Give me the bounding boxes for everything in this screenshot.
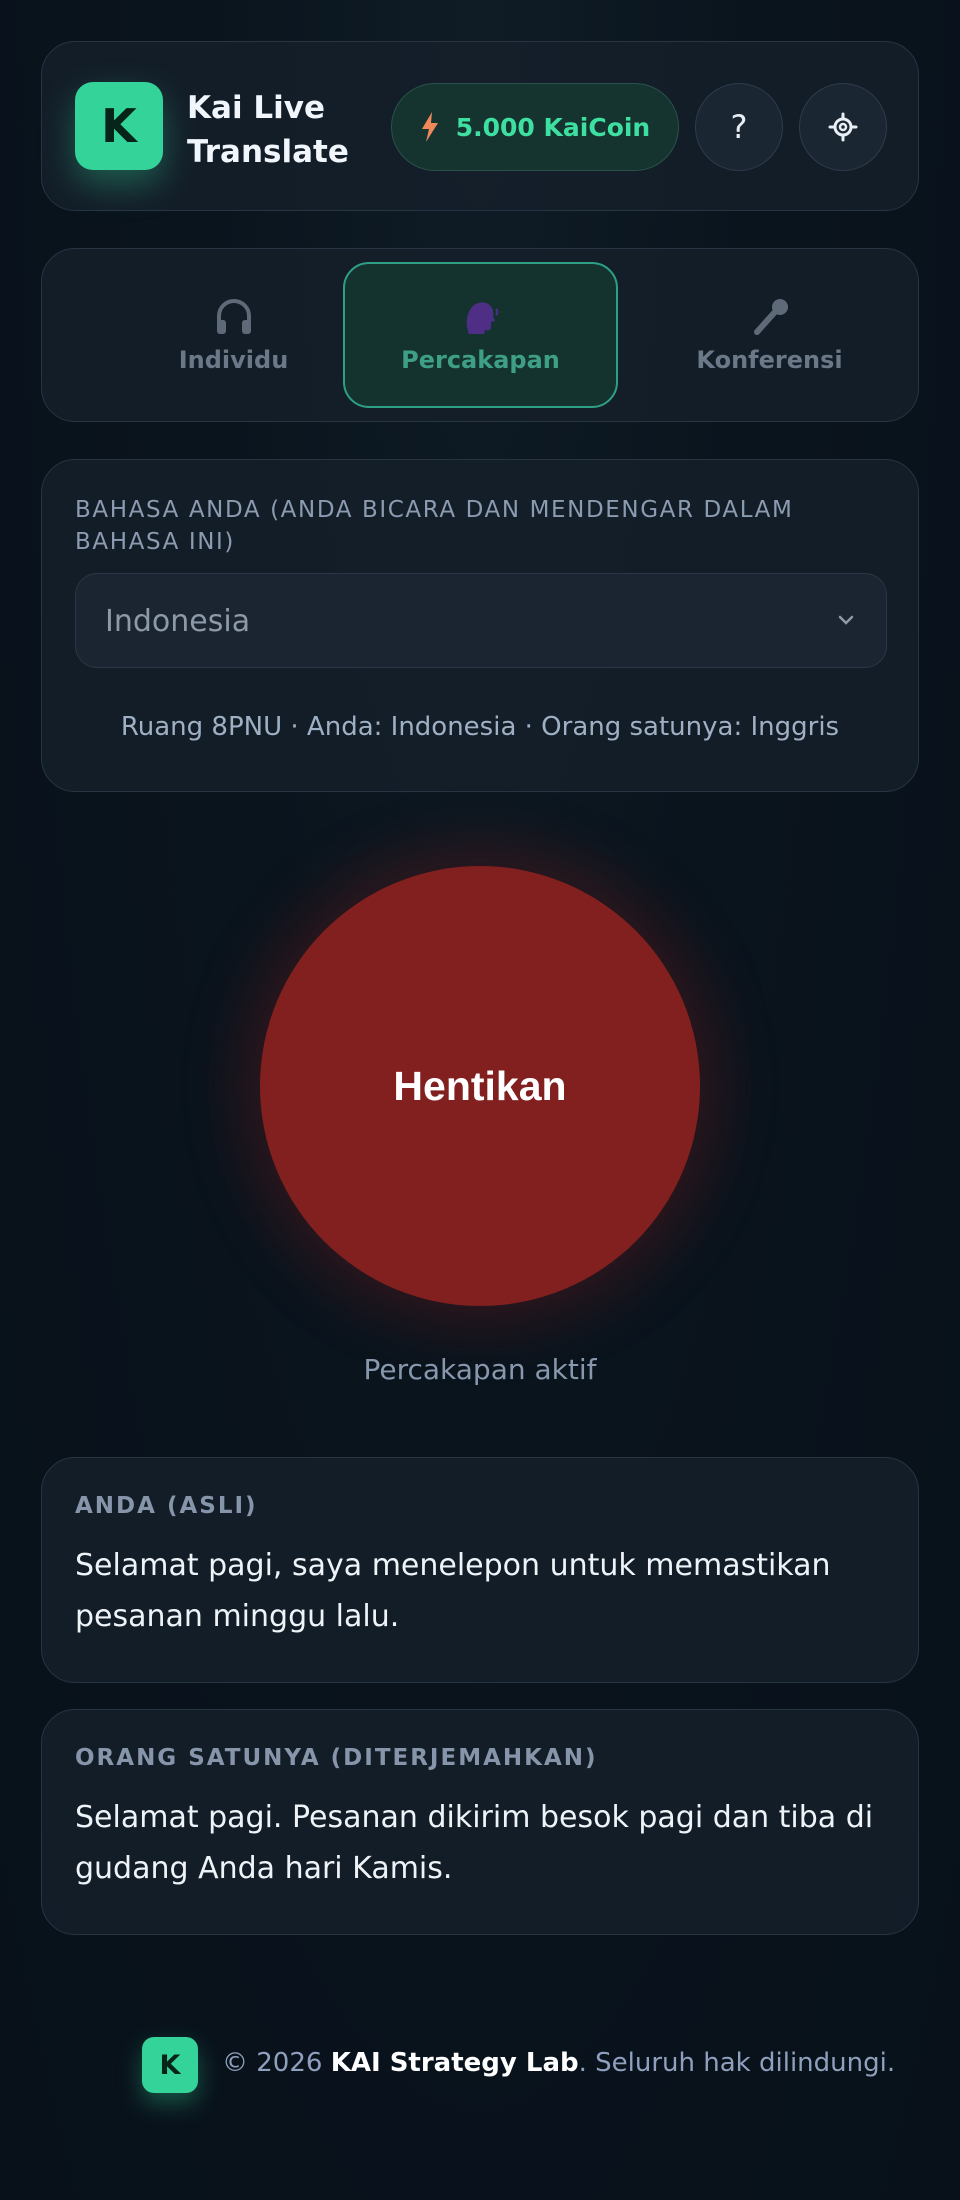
language-select[interactable]: Indonesia [75, 573, 887, 668]
transcript-original-card: ANDA (ASLI) Selamat pagi, saya menelepon… [41, 1457, 919, 1683]
transcript-translated-card: ORANG SATUNYA (DITERJEMAHKAN) Selamat pa… [41, 1709, 919, 1935]
lightning-bolt-icon [421, 112, 438, 142]
footer-brand[interactable]: KAI Strategy Lab [331, 2048, 579, 2078]
help-button[interactable]: ? [695, 83, 783, 171]
footer-rights: . Seluruh hak dilindungi. [578, 2048, 896, 2078]
tab-individu[interactable]: Individu [96, 262, 371, 408]
tab-individu-label: Individu [178, 346, 289, 374]
speaking-head-icon [466, 302, 498, 334]
tab-percakapan[interactable]: Percakapan [343, 262, 618, 408]
tab-konferensi[interactable]: Konferensi [632, 262, 907, 408]
tab-percakapan-label: Percakapan [401, 346, 560, 374]
app-title: Kai Live Translate [187, 90, 349, 170]
kaicoin-balance-label: 5.000 KaiCoin [455, 112, 651, 142]
transcript-original-text: Selamat pagi, saya menelepon untuk memas… [75, 1548, 831, 1634]
footer-copyright: © 2026 KAI Strategy Lab. Seluruh hak dil… [222, 2048, 895, 2078]
app-header: K Kai Live Translate 5.000 KaiCoin ? [41, 41, 919, 211]
gear-icon [828, 112, 858, 142]
language-label: BAHASA ANDA (ANDA BICARA DAN MENDENGAR D… [75, 497, 794, 555]
chevron-down-icon [838, 615, 854, 625]
room-info: Ruang 8PNU · Anda: Indonesia · Orang sat… [120, 712, 840, 742]
language-select-value: Indonesia [105, 604, 251, 639]
headphones-icon [216, 299, 251, 334]
transcript-translated-text: Selamat pagi. Pesanan dikirim besok pagi… [75, 1800, 874, 1886]
tab-konferensi-label: Konferensi [696, 346, 843, 374]
kaicoin-balance-button[interactable]: 5.000 KaiCoin [391, 83, 679, 171]
microphone-icon [753, 299, 788, 335]
app-logo: K [75, 82, 163, 170]
footer-logo: K [142, 2037, 198, 2093]
copyright-year: © 2026 [222, 2048, 331, 2078]
stop-button[interactable]: Hentikan [260, 866, 700, 1306]
transcript-original-label: ANDA (ASLI) [75, 1493, 258, 1519]
mode-tabs: Individu Percakapan Konferensi [41, 248, 919, 422]
transcript-translated-label: ORANG SATUNYA (DITERJEMAHKAN) [75, 1745, 598, 1771]
conversation-status: Percakapan aktif [363, 1353, 597, 1386]
settings-button[interactable] [799, 83, 887, 171]
language-settings: BAHASA ANDA (ANDA BICARA DAN MENDENGAR D… [41, 459, 919, 792]
